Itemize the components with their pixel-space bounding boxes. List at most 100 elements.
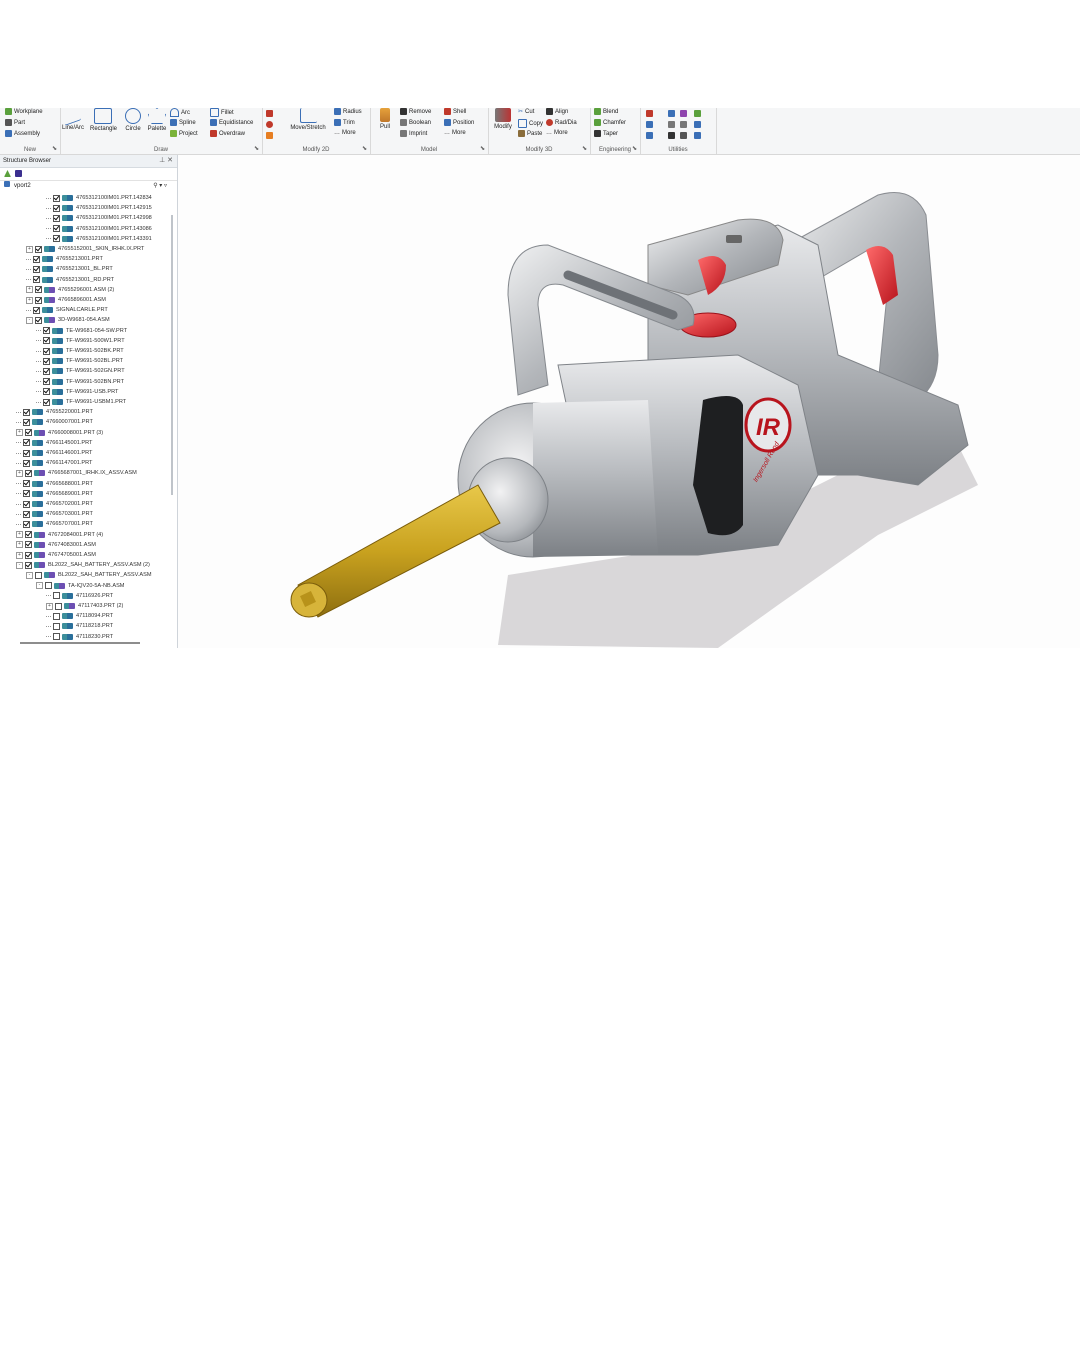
table-icon[interactable] [646, 132, 653, 139]
expand-icon[interactable]: + [16, 531, 23, 539]
modify-point-icon[interactable] [266, 132, 273, 139]
visibility-checkbox[interactable] [53, 612, 60, 620]
expand-icon[interactable]: + [16, 469, 23, 477]
model-more-button[interactable]: … More [444, 130, 466, 136]
paste-button[interactable]: Paste [518, 130, 542, 137]
collapse-icon[interactable]: - [36, 582, 43, 590]
trim-button[interactable]: Trim [334, 119, 355, 126]
expand-icon[interactable]: + [46, 602, 53, 610]
tree-row[interactable]: 47655213001.PRT [26, 254, 103, 264]
bom-icon[interactable] [694, 132, 701, 139]
tree-row[interactable]: 47661146001.PRT [16, 448, 92, 458]
material-icon[interactable] [680, 110, 687, 117]
overdraw-button[interactable]: Overdraw [210, 130, 245, 137]
tree-row[interactable]: TF-W9691-502BK.PRT [36, 346, 124, 356]
visibility-checkbox[interactable] [25, 551, 32, 559]
expand-icon[interactable]: + [16, 429, 23, 437]
radius-button[interactable]: Radius [334, 108, 362, 115]
visibility-checkbox[interactable] [23, 439, 30, 447]
tree-row[interactable]: 47661147001.PRT [16, 458, 92, 468]
tree-row[interactable]: +47655296001.ASM (2) [26, 285, 114, 295]
tree-row[interactable]: - TA-IQV20-5A-NB.ASM [36, 581, 124, 591]
visibility-checkbox[interactable] [53, 214, 60, 222]
visibility-checkbox[interactable] [25, 469, 32, 477]
visibility-checkbox[interactable] [25, 429, 32, 437]
visibility-checkbox[interactable] [23, 490, 30, 498]
tree-row[interactable]: TE-W9681-054-SW.PRT [36, 326, 127, 336]
visibility-checkbox[interactable] [55, 602, 62, 610]
visibility-checkbox[interactable] [35, 245, 42, 253]
collapse-icon[interactable]: - [16, 561, 23, 569]
tree-row[interactable]: - BL2022_SAH_BATTERY_ASSV.ASM (2) [16, 560, 150, 570]
interference-icon[interactable] [668, 132, 675, 139]
visibility-checkbox[interactable] [35, 296, 42, 304]
tree-row[interactable]: TF-W9691-502BN.PRT [36, 377, 124, 387]
workplane-button[interactable]: Workplane [5, 108, 43, 115]
taper-button[interactable]: Taper [594, 130, 618, 137]
check-icon[interactable] [694, 110, 701, 117]
visibility-checkbox[interactable] [53, 592, 60, 600]
remove-button[interactable]: Remove [400, 108, 431, 115]
vertical-scrollbar[interactable] [171, 215, 173, 495]
search-filter-icon[interactable]: ⚲ ▾ ▿ [153, 181, 167, 192]
tree-row[interactable]: +47672084001.PRT (4) [16, 530, 103, 540]
tree-row[interactable]: TF-W9691-500W1.PRT [36, 336, 125, 346]
shell-button[interactable]: Shell [444, 108, 466, 115]
filter-tool-icon[interactable] [15, 170, 22, 177]
fillet-button[interactable]: Fillet [210, 108, 234, 117]
visibility-checkbox[interactable] [43, 357, 50, 365]
visibility-checkbox[interactable] [53, 633, 60, 641]
visibility-checkbox[interactable] [53, 235, 60, 243]
tree-row[interactable]: 4765312100IM01.PRT.143391 [46, 234, 152, 244]
visibility-checkbox[interactable] [23, 480, 30, 488]
triangle-tool-icon[interactable] [4, 170, 11, 177]
modify-circle-icon[interactable] [266, 121, 273, 128]
tree-row[interactable]: 47665707001.PRT [16, 519, 93, 529]
visibility-checkbox[interactable] [25, 561, 32, 569]
cut-button[interactable]: ✂ Cut [518, 108, 534, 116]
circle-button[interactable]: Circle [120, 108, 146, 132]
blend-button[interactable]: Blend [594, 108, 618, 115]
expand-icon[interactable]: + [16, 541, 23, 549]
browser-root-row[interactable]: vport2 ⚲ ▾ ▿ [0, 181, 177, 192]
expand-icon[interactable]: + [16, 551, 23, 559]
visibility-checkbox[interactable] [43, 388, 50, 396]
visibility-checkbox[interactable] [35, 286, 42, 294]
assembly-button[interactable]: Assembly [5, 130, 40, 137]
dialog-launcher-icon[interactable]: ⬊ [254, 145, 259, 152]
visibility-checkbox[interactable] [25, 531, 32, 539]
visibility-checkbox[interactable] [45, 582, 52, 590]
imprint-button[interactable]: Imprint [400, 130, 427, 137]
tree-row[interactable]: TF-W9691-502GN.PRT [36, 366, 125, 376]
panel-pin-close-icon[interactable]: ⊥ ✕ [159, 155, 173, 167]
dialog-launcher-icon[interactable]: ⬊ [480, 145, 485, 152]
visibility-checkbox[interactable] [43, 327, 50, 335]
collapse-icon[interactable]: - [26, 316, 33, 324]
tree-row[interactable]: 47665688001.PRT [16, 479, 93, 489]
tree-row[interactable]: 47665689001.PRT [16, 489, 93, 499]
visibility-checkbox[interactable] [53, 225, 60, 233]
visibility-checkbox[interactable] [35, 316, 42, 324]
tree-row[interactable]: TF-W9691-502BL.PRT [36, 356, 123, 366]
tree-row[interactable]: +47674705001.ASM [16, 550, 96, 560]
arc-button[interactable]: Arc [170, 108, 190, 117]
tree-row[interactable]: 47660007001.PRT [16, 417, 93, 427]
visibility-checkbox[interactable] [23, 408, 30, 416]
tree-row[interactable]: 4765312100IM01.PRT.142834 [46, 193, 152, 203]
tree-row[interactable]: TF-W9691-USBM1.PRT [36, 397, 126, 407]
visibility-checkbox[interactable] [43, 398, 50, 406]
visibility-checkbox[interactable] [43, 378, 50, 386]
visibility-checkbox[interactable] [33, 265, 40, 273]
expand-icon[interactable]: + [26, 245, 33, 253]
rad-dia-button[interactable]: Rad/Dia [546, 119, 577, 126]
tree-row[interactable]: SIGNALCARLE.PRT [26, 305, 108, 315]
tree-row[interactable]: TF-W9691-USB.PRT [36, 387, 118, 397]
spline-button[interactable]: Spline [170, 119, 196, 126]
visibility-checkbox[interactable] [23, 459, 30, 467]
collapse-icon[interactable]: - [26, 571, 33, 579]
visibility-checkbox[interactable] [23, 418, 30, 426]
visibility-checkbox[interactable] [23, 449, 30, 457]
visibility-checkbox[interactable] [23, 500, 30, 508]
tree-row[interactable]: +47660008001.PRT (3) [16, 428, 103, 438]
tree-row[interactable]: 4765312100IM01.PRT.142998 [46, 213, 152, 223]
